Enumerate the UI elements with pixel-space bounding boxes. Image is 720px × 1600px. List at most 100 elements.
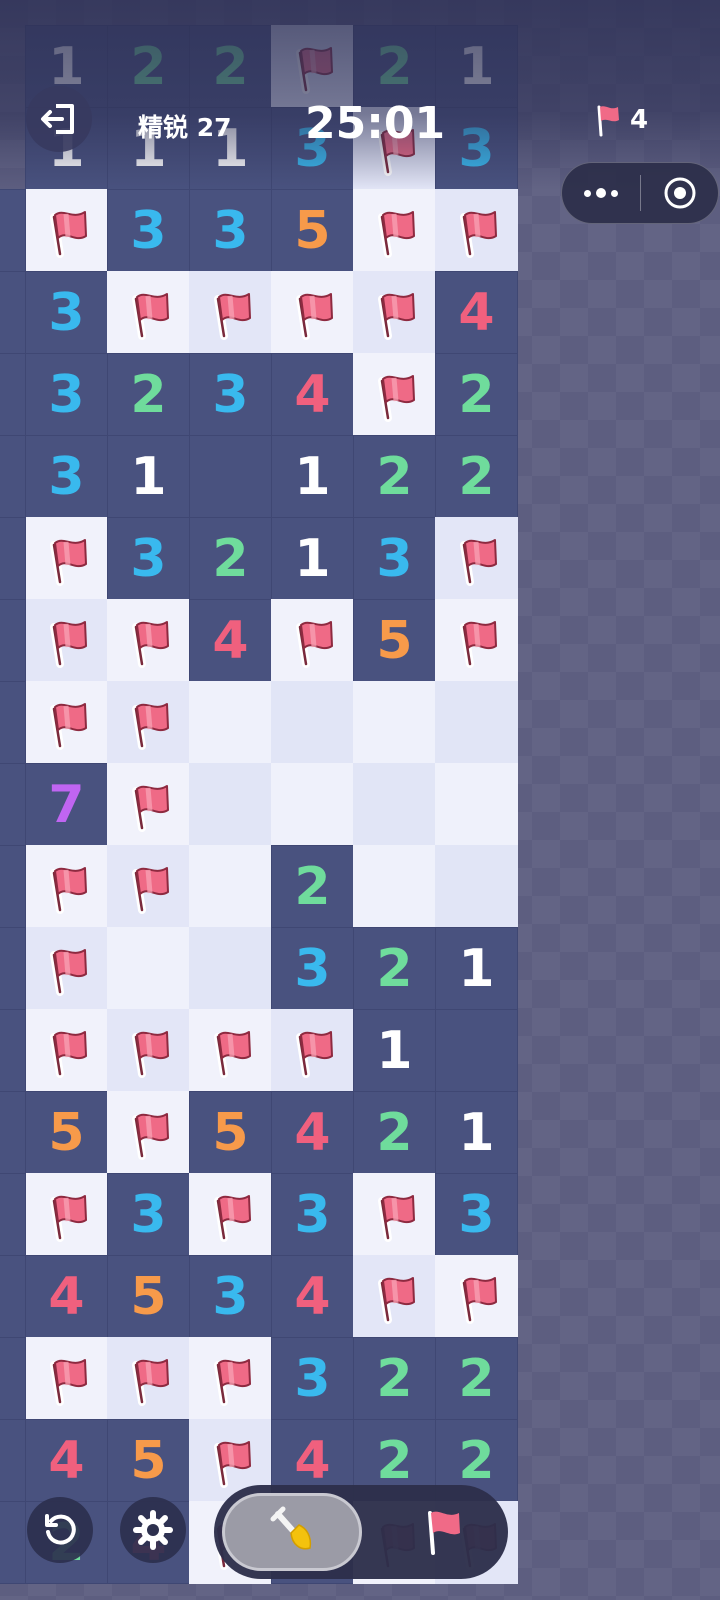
flagged-cell[interactable]: [189, 1337, 272, 1420]
number-cell[interactable]: 3: [189, 1255, 272, 1338]
flagged-cell[interactable]: [435, 599, 518, 682]
unrevealed-cell[interactable]: [435, 845, 518, 928]
flagged-cell[interactable]: [25, 189, 108, 272]
number-cell[interactable]: 3: [353, 517, 436, 600]
flagged-cell[interactable]: [107, 763, 190, 846]
number-cell[interactable]: 4: [435, 271, 518, 354]
flagged-cell[interactable]: [25, 1173, 108, 1256]
flagged-cell[interactable]: [435, 1255, 518, 1338]
flag-mode-button[interactable]: [384, 1493, 502, 1571]
flagged-cell[interactable]: [107, 681, 190, 764]
flagged-cell[interactable]: [107, 1009, 190, 1092]
number-cell[interactable]: 3: [189, 189, 272, 272]
flagged-cell[interactable]: [25, 845, 108, 928]
empty-revealed-cell[interactable]: [435, 1009, 518, 1092]
flagged-cell[interactable]: [353, 353, 436, 436]
number-cell[interactable]: 5: [107, 1255, 190, 1338]
flagged-cell[interactable]: [25, 927, 108, 1010]
number-cell[interactable]: 2: [107, 353, 190, 436]
number-cell[interactable]: 3: [107, 189, 190, 272]
close-miniprogram-button[interactable]: [641, 175, 718, 211]
number-cell[interactable]: 1: [353, 1009, 436, 1092]
unrevealed-cell[interactable]: [353, 681, 436, 764]
number-cell[interactable]: 1: [107, 435, 190, 518]
flagged-cell[interactable]: [189, 271, 272, 354]
unrevealed-cell[interactable]: [435, 681, 518, 764]
more-button[interactable]: [562, 188, 640, 198]
unrevealed-cell[interactable]: [189, 845, 272, 928]
number-cell[interactable]: 2: [353, 435, 436, 518]
number-cell[interactable]: 4: [25, 1255, 108, 1338]
flagged-cell[interactable]: [271, 599, 354, 682]
exit-button[interactable]: [26, 86, 92, 152]
unrevealed-cell[interactable]: [353, 845, 436, 928]
number-cell[interactable]: 4: [271, 1091, 354, 1174]
flagged-cell[interactable]: [25, 599, 108, 682]
number-cell[interactable]: 4: [271, 1255, 354, 1338]
number-cell[interactable]: 5: [271, 189, 354, 272]
flagged-cell[interactable]: [435, 189, 518, 272]
number-cell[interactable]: 2: [353, 927, 436, 1010]
flagged-cell[interactable]: [107, 1091, 190, 1174]
flagged-cell[interactable]: [107, 1337, 190, 1420]
flagged-cell[interactable]: [25, 1337, 108, 1420]
number-cell[interactable]: 3: [271, 1173, 354, 1256]
flagged-cell[interactable]: [25, 1009, 108, 1092]
unrevealed-cell[interactable]: [189, 763, 272, 846]
number-cell[interactable]: 5: [107, 1419, 190, 1502]
number-cell[interactable]: 2: [435, 435, 518, 518]
number-cell[interactable]: 3: [25, 435, 108, 518]
dig-mode-button[interactable]: [222, 1493, 362, 1571]
flagged-cell[interactable]: [189, 1009, 272, 1092]
number-cell[interactable]: 3: [107, 1173, 190, 1256]
number-cell[interactable]: 2: [353, 1091, 436, 1174]
flagged-cell[interactable]: [189, 1173, 272, 1256]
number-cell[interactable]: 5: [189, 1091, 272, 1174]
number-cell[interactable]: 2: [189, 517, 272, 600]
unrevealed-cell[interactable]: [353, 763, 436, 846]
restart-button[interactable]: [27, 1497, 93, 1563]
number-cell[interactable]: 3: [435, 1173, 518, 1256]
number-cell[interactable]: 7: [25, 763, 108, 846]
flagged-cell[interactable]: [271, 271, 354, 354]
unrevealed-cell[interactable]: [189, 681, 272, 764]
flagged-cell[interactable]: [353, 189, 436, 272]
number-cell[interactable]: 3: [107, 517, 190, 600]
number-cell[interactable]: 2: [435, 353, 518, 436]
number-cell[interactable]: 3: [271, 1337, 354, 1420]
number-cell[interactable]: 4: [189, 599, 272, 682]
flagged-cell[interactable]: [107, 599, 190, 682]
number-cell[interactable]: 3: [25, 353, 108, 436]
flagged-cell[interactable]: [107, 271, 190, 354]
number-cell[interactable]: 1: [435, 1091, 518, 1174]
number-cell[interactable]: 4: [271, 353, 354, 436]
settings-button[interactable]: [120, 1497, 186, 1563]
number-cell[interactable]: 1: [271, 517, 354, 600]
flagged-cell[interactable]: [25, 681, 108, 764]
number-cell[interactable]: 5: [25, 1091, 108, 1174]
number-cell[interactable]: 4: [25, 1419, 108, 1502]
flagged-cell[interactable]: [435, 517, 518, 600]
flagged-cell[interactable]: [353, 1173, 436, 1256]
flagged-cell[interactable]: [25, 517, 108, 600]
flagged-cell[interactable]: [271, 1009, 354, 1092]
unrevealed-cell[interactable]: [189, 927, 272, 1010]
number-cell[interactable]: 3: [189, 353, 272, 436]
number-cell[interactable]: 3: [25, 271, 108, 354]
flagged-cell[interactable]: [107, 845, 190, 928]
flagged-cell[interactable]: [353, 271, 436, 354]
number-cell[interactable]: 2: [353, 1337, 436, 1420]
unrevealed-cell[interactable]: [435, 763, 518, 846]
number-cell[interactable]: 5: [353, 599, 436, 682]
empty-revealed-cell[interactable]: [189, 435, 272, 518]
number-cell[interactable]: 3: [271, 927, 354, 1010]
unrevealed-cell[interactable]: [271, 763, 354, 846]
number-cell[interactable]: 2: [271, 845, 354, 928]
number-cell[interactable]: 2: [435, 1337, 518, 1420]
flagged-cell[interactable]: [353, 1255, 436, 1338]
flag-icon: [295, 1030, 333, 1078]
unrevealed-cell[interactable]: [107, 927, 190, 1010]
unrevealed-cell[interactable]: [271, 681, 354, 764]
number-cell[interactable]: 1: [271, 435, 354, 518]
number-cell[interactable]: 1: [435, 927, 518, 1010]
